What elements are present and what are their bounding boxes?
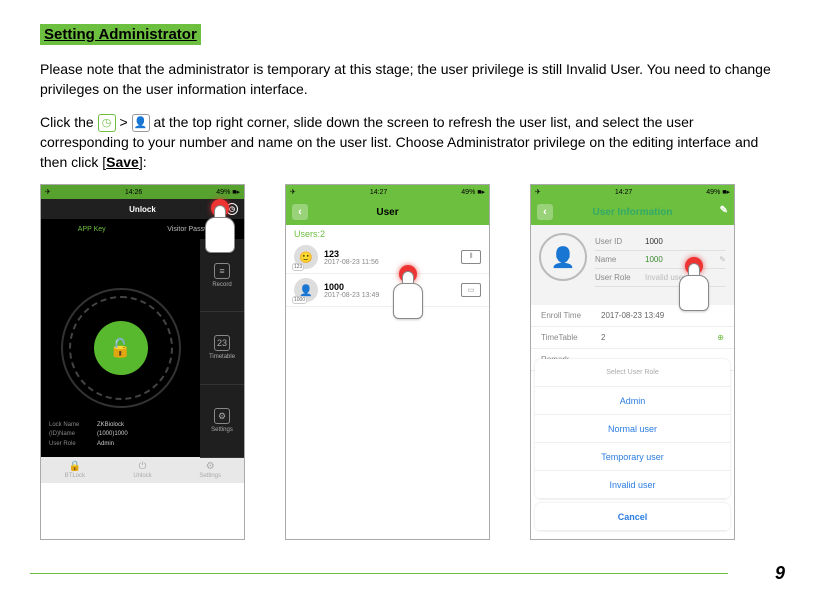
nav-bar: ‹ User Information ✎: [531, 199, 734, 225]
back-button[interactable]: ‹: [292, 204, 308, 220]
bottom-nav: 🔒BTLock ⏻Unlock ⚙Settings: [41, 457, 244, 483]
role-option-normal[interactable]: Normal user: [535, 415, 730, 443]
user-icon: 👤: [132, 114, 150, 132]
record-icon: ≡: [214, 263, 230, 279]
pencil-icon[interactable]: ✎: [719, 255, 726, 264]
role-option-temporary[interactable]: Temporary user: [535, 443, 730, 471]
hand-pointer: [202, 203, 238, 253]
status-batt: 49% ■▸: [706, 188, 730, 196]
status-batt: 49% ■▸: [216, 188, 240, 196]
user-count: Users:2: [286, 225, 489, 241]
clock-icon: ◷: [98, 114, 116, 132]
page-number: 9: [775, 563, 785, 584]
instruction-paragraph: Click the ◷ > 👤 at the top right corner,…: [40, 112, 775, 173]
unlock-icon: ⏻: [139, 461, 147, 472]
phone-icon: ▭: [461, 283, 481, 297]
plane-icon: ✈: [45, 188, 51, 196]
avatar: 👤1000: [294, 278, 318, 302]
nav-title: User: [376, 207, 398, 218]
save-text: Save: [106, 154, 139, 170]
status-time: 14:26: [125, 189, 143, 196]
unlock-dial[interactable]: 🔓 Lock NameZKBiolock (ID)Name(1000)1000 …: [41, 239, 200, 457]
page-footer: 9: [30, 563, 785, 584]
section-heading: Setting Administrator: [40, 24, 201, 45]
tab-app-key[interactable]: APP Key: [41, 219, 143, 239]
card-icon: ⦀: [461, 250, 481, 264]
user-name: 123: [324, 249, 455, 259]
lock-icon: 🔓: [94, 321, 148, 375]
gear-icon: ⚙: [206, 461, 215, 472]
list-item[interactable]: 👤1000 10002017-08-23 13:49 ▭: [286, 274, 489, 307]
cancel-button[interactable]: Cancel: [535, 503, 730, 531]
text: >: [119, 114, 131, 130]
user-id-value: 1000: [645, 237, 663, 246]
nav-settings[interactable]: ⚙Settings: [176, 457, 244, 483]
gear-icon: ⚙: [214, 408, 230, 424]
hand-pointer: [390, 269, 426, 319]
plane-icon: ✈: [535, 188, 541, 196]
statusbar: ✈ 14:26 49% ■▸: [41, 185, 244, 199]
screenshot-unlock: ✈ 14:26 49% ■▸ Unlock ◷ APP Key Visitor …: [40, 184, 245, 540]
back-button[interactable]: ‹: [537, 204, 553, 220]
status-time: 14:27: [370, 189, 388, 196]
text: ]:: [139, 154, 147, 170]
nav-unlock[interactable]: ⏻Unlock: [109, 457, 177, 483]
statusbar: ✈ 14:27 49% ■▸: [286, 185, 489, 199]
avatar: 🙂123: [294, 245, 318, 269]
avatar: 👤: [539, 233, 587, 281]
plane-icon: ✈: [290, 188, 296, 196]
action-sheet: Select User Role Admin Normal user Tempo…: [535, 359, 730, 535]
role-option-invalid[interactable]: Invalid user: [535, 471, 730, 499]
calendar-icon: 23: [214, 335, 230, 351]
timetable-value: 2: [601, 333, 605, 342]
enroll-time-value: 2017-08-23 13:49: [601, 311, 664, 320]
edit-icon[interactable]: ✎: [720, 205, 728, 216]
lock-info: Lock NameZKBiolock (ID)Name(1000)1000 Us…: [49, 421, 128, 450]
screenshot-user-list: ✈ 14:27 49% ■▸ ‹ User Users:2 🙂123 12320…: [285, 184, 490, 540]
nav-btlock[interactable]: 🔒BTLock: [41, 457, 109, 483]
statusbar: ✈ 14:27 49% ■▸: [531, 185, 734, 199]
role-option-admin[interactable]: Admin: [535, 387, 730, 415]
status-time: 14:27: [615, 189, 633, 196]
clock-add-icon[interactable]: ⊕: [717, 333, 724, 342]
hand-pointer: [676, 261, 712, 311]
sheet-title: Select User Role: [535, 359, 730, 387]
list-item[interactable]: 🙂123 1232017-08-23 11:56 ⦀: [286, 241, 489, 274]
intro-paragraph: Please note that the administrator is te…: [40, 59, 775, 100]
nav-title: User Information: [592, 207, 672, 218]
text: Click the: [40, 114, 98, 130]
sidebar-item-settings[interactable]: ⚙Settings: [200, 385, 244, 458]
nav-bar: ‹ User: [286, 199, 489, 225]
sidebar-item-timetable[interactable]: 23Timetable: [200, 312, 244, 385]
user-date: 2017-08-23 11:56: [324, 259, 455, 266]
status-batt: 49% ■▸: [461, 188, 485, 196]
lock-icon: 🔒: [69, 461, 81, 472]
user-name-value: 1000: [645, 255, 663, 264]
screenshot-user-info: ✈ 14:27 49% ■▸ ‹ User Information ✎ 👤 Us…: [530, 184, 735, 540]
